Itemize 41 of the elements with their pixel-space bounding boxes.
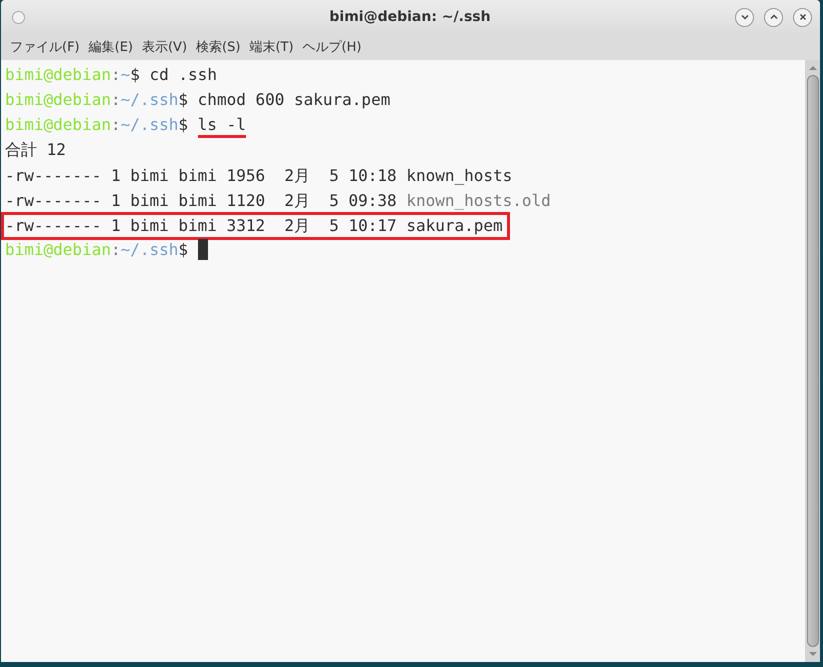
prompt-user: bimi@debian [5, 65, 111, 84]
prompt-separator: : [110, 65, 121, 84]
prompt-user: bimi@debian [5, 240, 111, 259]
window-title: bimi@debian: ~/.ssh [328, 9, 492, 25]
file-name: known_hosts [406, 166, 512, 185]
minimize-button[interactable] [735, 8, 754, 26]
chevron-down-icon [740, 12, 750, 22]
prompt-separator: : [110, 115, 121, 134]
scroll-up-icon[interactable] [808, 64, 818, 72]
close-button[interactable] [793, 8, 812, 26]
prompt-path: ~/.ssh [120, 115, 178, 134]
prompt-symbol: $ [178, 115, 188, 134]
window-menu-button[interactable] [12, 10, 25, 24]
command-text: chmod 600 sakura.pem [198, 90, 390, 109]
prompt-separator: : [110, 90, 121, 109]
output-text: -rw------- 1 bimi bimi 1956 2月 5 10:18 [5, 166, 397, 185]
menu-item[interactable]: 検索(S) [196, 38, 240, 56]
prompt-path: ~/.ssh [120, 90, 178, 109]
maximize-button[interactable] [764, 8, 783, 26]
menu-item[interactable]: ヘルプ(H) [302, 38, 362, 56]
scroll-down-icon[interactable] [808, 650, 818, 658]
file-name: sakura.pem [406, 216, 503, 235]
prompt-symbol: $ [130, 65, 140, 84]
prompt-symbol: $ [178, 240, 188, 259]
prompt-symbol: $ [178, 90, 188, 109]
menu-item[interactable]: ファイル(F) [10, 38, 80, 56]
command-text: cd .ssh [150, 65, 217, 84]
command-text: ls -l [198, 115, 246, 138]
output-text: -rw------- 1 bimi bimi 3312 2月 5 10:17 [5, 216, 397, 235]
file-name: known_hosts.old [406, 191, 551, 210]
prompt-path: ~/.ssh [120, 240, 178, 259]
prompt-user: bimi@debian [5, 115, 111, 134]
menu-item[interactable]: 端末(T) [249, 38, 294, 56]
prompt-user: bimi@debian [5, 90, 111, 109]
menu-item[interactable]: 編集(E) [88, 38, 133, 56]
menu-item[interactable]: 表示(V) [142, 38, 188, 56]
close-icon [798, 12, 808, 22]
output-text: -rw------- 1 bimi bimi 1120 2月 5 09:38 [5, 191, 397, 210]
output-text: 合計 12 [5, 140, 66, 159]
prompt-separator: : [110, 240, 121, 259]
prompt-path: ~ [120, 65, 130, 84]
